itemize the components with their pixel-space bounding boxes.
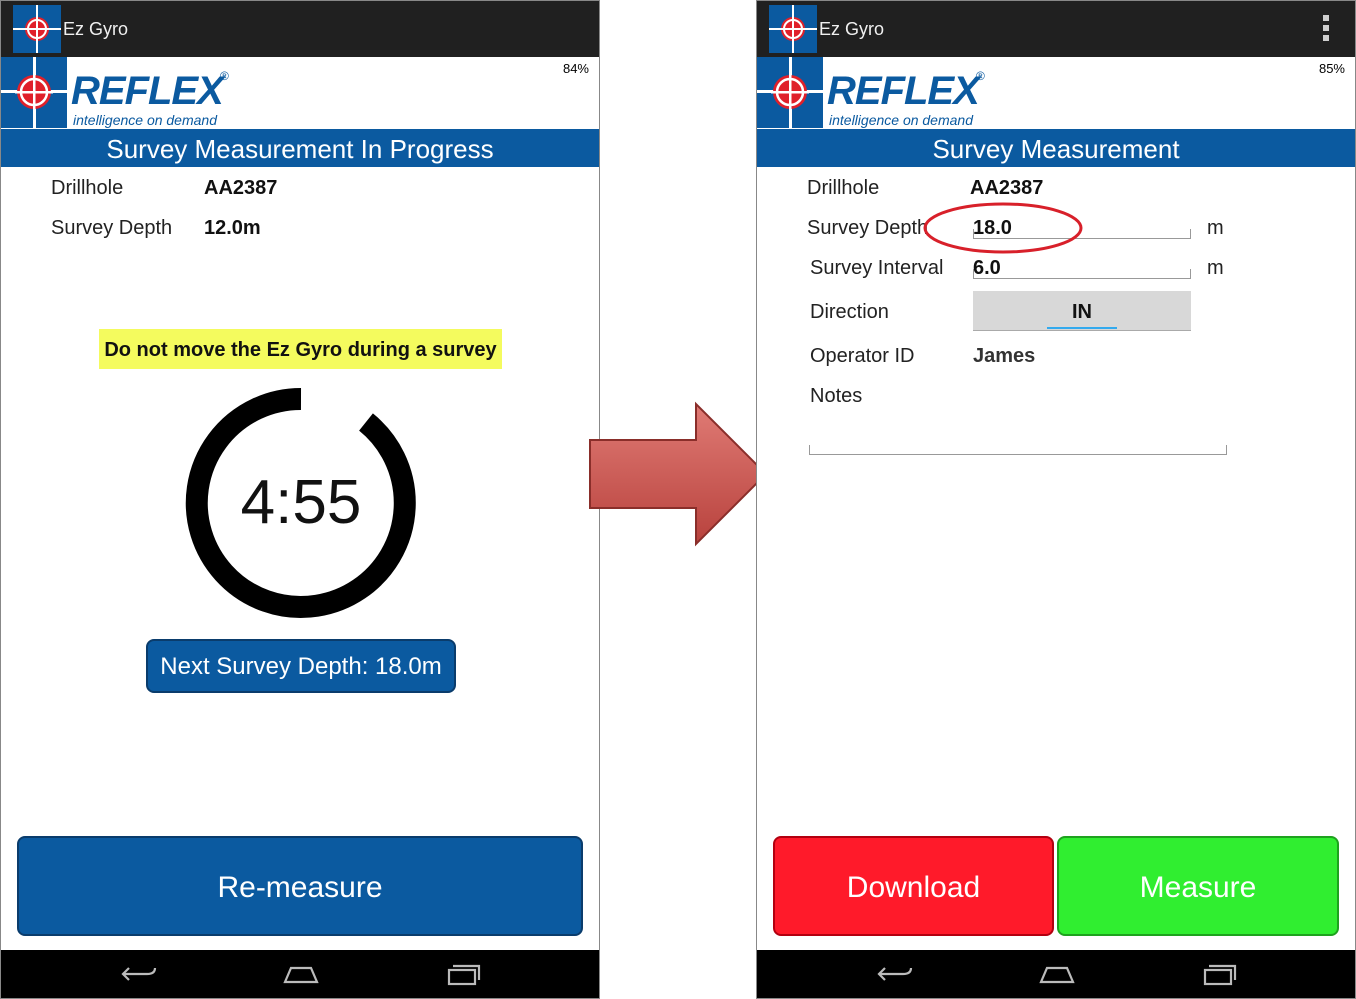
reflex-logo-icon [757,57,823,128]
logo-registered-mark: ® [220,69,229,83]
reflex-logo-icon [1,57,67,128]
drillhole-label: Drillhole [51,177,124,199]
operator-id-label: Operator ID [810,345,915,367]
logo-registered-mark: ® [976,69,985,83]
notes-label: Notes [810,385,863,407]
survey-in-progress-screen: Ez Gyro REFLEX ® intelligence on demand … [0,0,600,999]
next-survey-depth-button[interactable]: Next Survey Depth: 18.0m [146,639,456,693]
transition-arrow-icon [589,401,768,547]
direction-focus-indicator [1047,327,1117,329]
back-icon[interactable] [875,962,915,986]
action-bar: Ez Gyro [1,1,599,57]
page-title: Survey Measurement [757,129,1355,167]
battery-level: 85% [1318,61,1345,76]
survey-measurement-screen: Ez Gyro REFLEX ® intelligence on demand … [756,0,1356,999]
highlight-ellipse [923,202,1083,254]
survey-depth-unit: m [1207,217,1224,239]
logo-tagline: intelligence on demand [829,112,973,128]
recents-icon[interactable] [443,962,483,986]
brand-logo-area: REFLEX ® intelligence on demand 85% [757,57,1355,128]
remeasure-button[interactable]: Re-measure [17,836,583,936]
notes-field-underline[interactable] [809,445,1227,455]
action-bar: Ez Gyro [757,1,1355,57]
crosshair-icon[interactable] [769,5,817,53]
drillhole-value: AA2387 [204,177,278,199]
navigation-bar [757,950,1355,998]
countdown-timer: 4:55 [240,468,362,537]
survey-interval-unit: m [1207,257,1224,279]
survey-depth-label: Survey Depth [807,217,929,239]
survey-interval-field-underline[interactable] [973,269,1191,279]
app-title: Ez Gyro [63,19,129,39]
operator-id-value: James [973,345,1036,367]
direction-toggle-button[interactable]: IN [973,291,1191,331]
logo-tagline: intelligence on demand [73,112,217,128]
navigation-bar [1,950,599,998]
overflow-menu-icon[interactable] [1323,15,1331,43]
home-icon[interactable] [1037,962,1077,986]
page-title: Survey Measurement In Progress [1,129,599,167]
direction-label: Direction [810,301,889,323]
home-icon[interactable] [281,962,321,986]
warning-banner: Do not move the Ez Gyro during a survey [99,329,502,369]
brand-logo-area: REFLEX ® intelligence on demand 84% [1,57,599,128]
measure-button[interactable]: Measure [1057,836,1339,936]
logo-wordmark: REFLEX [827,69,980,113]
battery-level: 84% [562,61,589,76]
drillhole-label: Drillhole [807,177,880,199]
survey-depth-value: 12.0m [204,217,261,239]
logo-wordmark: REFLEX [71,69,224,113]
recents-icon[interactable] [1199,962,1239,986]
crosshair-icon[interactable] [13,5,61,53]
survey-interval-label: Survey Interval [810,257,944,279]
survey-depth-label: Survey Depth [51,217,173,239]
back-icon[interactable] [119,962,159,986]
download-button[interactable]: Download [773,836,1054,936]
app-title: Ez Gyro [819,19,885,39]
